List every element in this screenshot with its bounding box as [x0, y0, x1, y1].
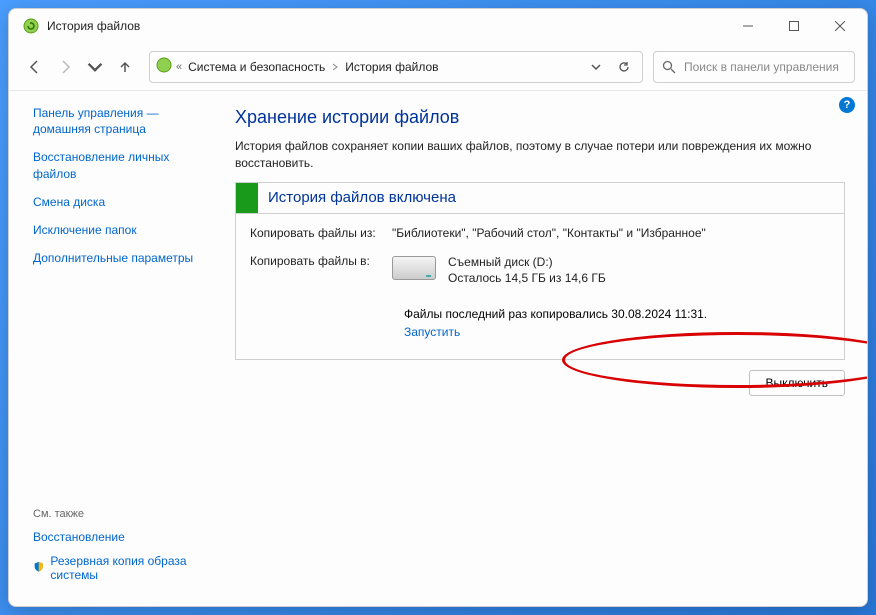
sidebar-footer-recovery[interactable]: Восстановление [33, 530, 203, 544]
run-now-link[interactable]: Запустить [404, 323, 830, 341]
drive-space: Осталось 14,5 ГБ из 14,6 ГБ [448, 270, 606, 287]
back-button[interactable] [27, 59, 43, 75]
breadcrumb-item[interactable]: История файлов [343, 58, 440, 76]
sidebar-link-restore[interactable]: Восстановление личных файлов [33, 149, 203, 181]
window-title: История файлов [47, 19, 725, 33]
drive-name: Съемный диск (D:) [448, 254, 606, 271]
sidebar-footer-heading: См. также [33, 508, 203, 520]
nav-toolbar: « Система и безопасность История файлов … [9, 43, 867, 91]
sidebar-footer-backup[interactable]: Резервная копия образа системы [33, 554, 203, 582]
address-bar[interactable]: « Система и безопасность История файлов [149, 51, 643, 83]
chevron-right-icon [331, 60, 339, 74]
search-icon [662, 60, 676, 74]
status-panel: История файлов включена Копировать файлы… [235, 182, 845, 361]
forward-button[interactable] [57, 59, 73, 75]
app-icon [23, 18, 39, 34]
last-run-text: Файлы последний раз копировались 30.08.2… [404, 305, 830, 323]
close-button[interactable] [817, 9, 863, 43]
recent-dropdown[interactable] [87, 59, 103, 75]
history-chevron-icon[interactable]: « [176, 61, 182, 73]
copy-to-label: Копировать файлы в: [250, 254, 392, 288]
turn-off-button[interactable]: Выключить [749, 370, 845, 396]
sidebar-link-drive[interactable]: Смена диска [33, 194, 203, 210]
main-content: ? Хранение истории файлов История файлов… [213, 91, 867, 606]
breadcrumb-item[interactable]: Система и безопасность [186, 58, 327, 76]
up-button[interactable] [117, 59, 133, 75]
status-indicator [236, 183, 258, 213]
sidebar: Панель управления — домашняя страница Во… [9, 91, 213, 606]
copy-from-value: "Библиотеки", "Рабочий стол", "Контакты"… [392, 226, 830, 240]
search-input[interactable]: Поиск в панели управления [653, 51, 855, 83]
minimize-button[interactable] [725, 9, 771, 43]
sidebar-link-advanced[interactable]: Дополнительные параметры [33, 250, 203, 266]
search-placeholder: Поиск в панели управления [684, 60, 839, 74]
address-dropdown[interactable] [584, 61, 608, 73]
address-icon [156, 57, 172, 76]
maximize-button[interactable] [771, 9, 817, 43]
copy-from-label: Копировать файлы из: [250, 226, 392, 240]
refresh-button[interactable] [612, 61, 636, 73]
control-panel-window: История файлов « Система и безопасность … [8, 8, 868, 607]
sidebar-link-exclude[interactable]: Исключение папок [33, 222, 203, 238]
drive-icon [392, 256, 436, 280]
shield-icon [33, 561, 44, 575]
page-description: История файлов сохраняет копии ваших фай… [235, 138, 845, 172]
sidebar-home-link[interactable]: Панель управления — домашняя страница [33, 105, 203, 137]
panel-title: История файлов включена [258, 189, 456, 206]
help-icon[interactable]: ? [839, 97, 855, 113]
page-heading: Хранение истории файлов [235, 107, 845, 128]
titlebar: История файлов [9, 9, 867, 43]
